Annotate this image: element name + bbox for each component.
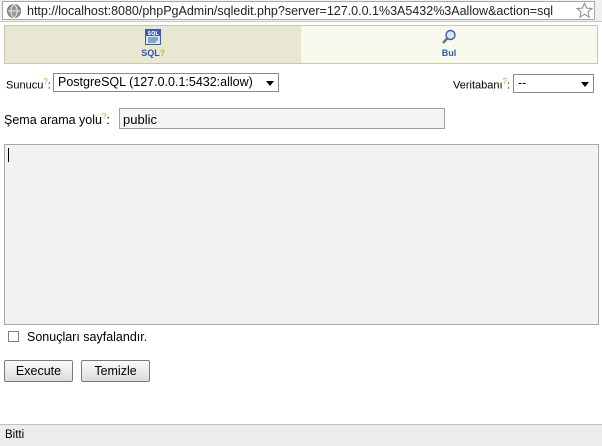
address-field[interactable]: http://localhost:8080/phpPgAdmin/sqledit… (2, 1, 595, 20)
server-help-icon[interactable]: ? (43, 77, 47, 86)
chevron-down-icon (581, 82, 589, 87)
site-identity-icon[interactable] (6, 3, 22, 19)
svg-text:SQL: SQL (147, 31, 159, 37)
status-text: Bitti (5, 429, 25, 441)
tab-sql-label: SQL? (141, 48, 165, 58)
paginate-label: Sonuçları sayfalandır. (27, 330, 148, 344)
database-help-icon[interactable]: ? (503, 77, 507, 86)
database-select[interactable]: -- (513, 74, 594, 93)
chevron-down-icon (266, 81, 274, 86)
tab-sql[interactable]: SQL SQL? (5, 26, 301, 63)
tab-find-label: Bul (441, 48, 457, 58)
tab-bar: SQL SQL? Bul (4, 25, 598, 64)
server-label: Sunucu?: (6, 77, 51, 92)
schema-help-icon[interactable]: ? (102, 112, 106, 121)
clear-button[interactable]: Temizle (81, 360, 150, 382)
execute-button[interactable]: Execute (4, 360, 73, 382)
status-bar: Bitti (0, 424, 602, 446)
help-icon[interactable]: ? (160, 49, 165, 58)
url-text[interactable]: http://localhost:8080/phpPgAdmin/sqledit… (27, 4, 572, 18)
text-cursor (8, 148, 9, 162)
schema-input[interactable] (119, 108, 445, 129)
sql-icon: SQL (145, 29, 161, 45)
sql-query-textarea[interactable] (4, 144, 599, 325)
paginate-checkbox[interactable] (8, 331, 19, 342)
server-select[interactable]: PostgreSQL (127.0.0.1:5432:allow) (53, 73, 279, 92)
tab-find[interactable]: Bul (301, 26, 597, 63)
schema-label: Şema arama yolu?: (4, 112, 110, 128)
database-label: Veritabanı?: (453, 77, 511, 92)
magnifier-icon (442, 29, 456, 44)
bookmark-star-icon[interactable] (576, 2, 593, 19)
browser-url-bar: http://localhost:8080/phpPgAdmin/sqledit… (0, 0, 602, 22)
